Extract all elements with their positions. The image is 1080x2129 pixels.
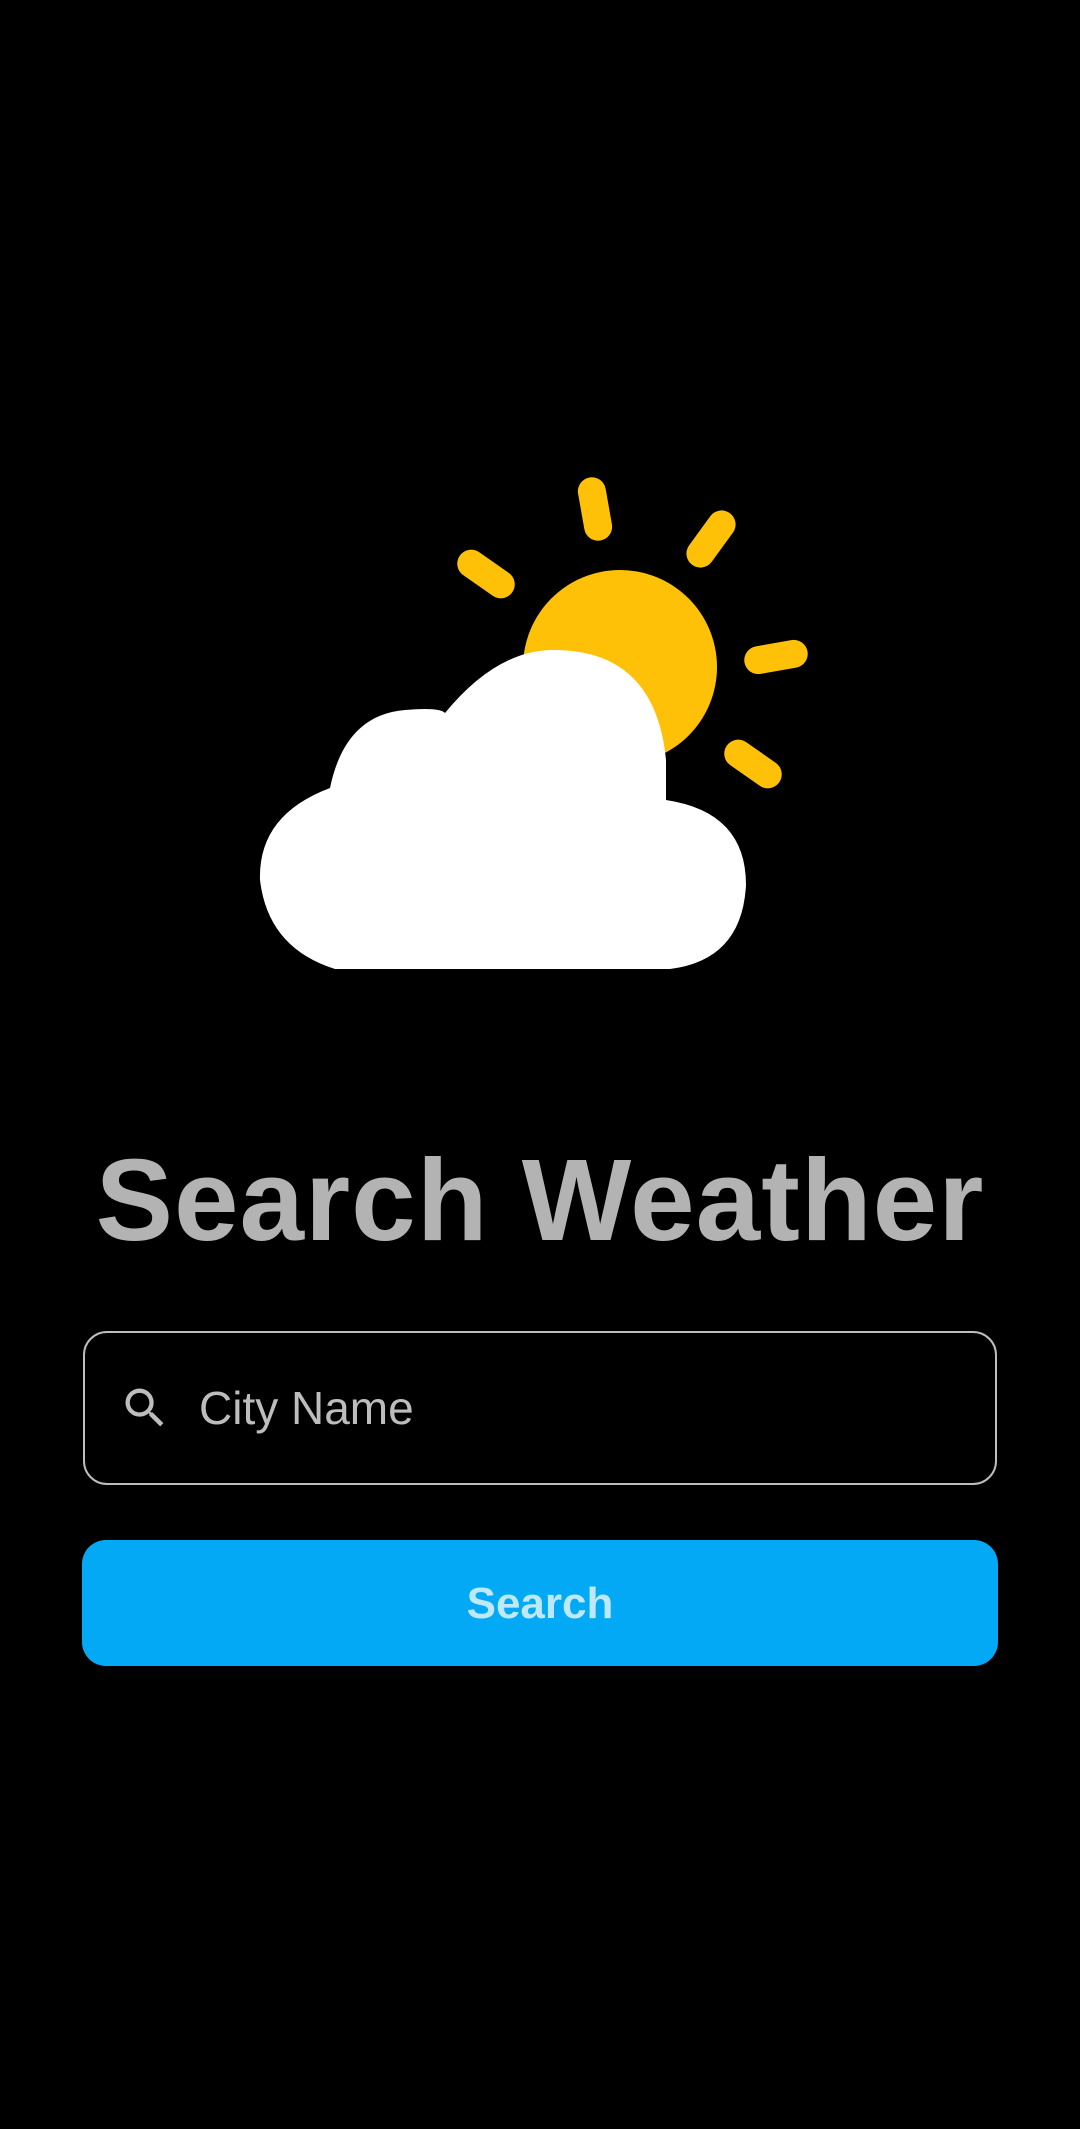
search-button[interactable]: Search (82, 1540, 998, 1666)
weather-search-screen: Search Weather Search (0, 0, 1080, 2129)
search-icon (125, 1388, 164, 1427)
city-name-input[interactable] (199, 1363, 965, 1453)
partly-cloudy-icon (250, 470, 830, 980)
search-box[interactable] (83, 1331, 997, 1485)
page-title: Search Weather (95, 1135, 985, 1265)
